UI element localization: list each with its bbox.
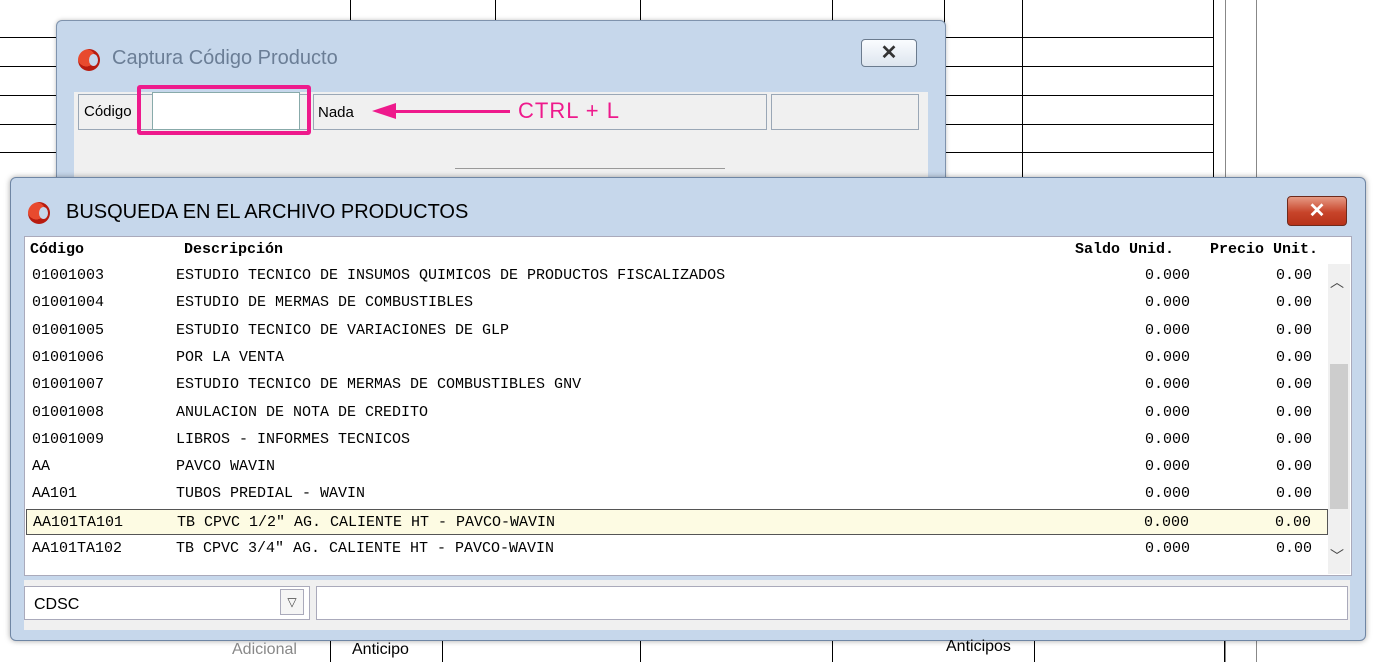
captura-title: Captura Código Producto xyxy=(112,47,338,69)
cell-desc: ESTUDIO DE MERMAS DE COMBUSTIBLES xyxy=(176,294,474,312)
close-icon: ✕ xyxy=(880,42,898,64)
cell-code: 01001006 xyxy=(32,348,105,366)
table-row[interactable]: 01001005 ESTUDIO TECNICO DE VARIACIONES D… xyxy=(26,318,1328,344)
cell-precio: 0.00 xyxy=(1275,294,1312,312)
table-row[interactable]: 01001006 POR LA VENTA 0.000 0.00 xyxy=(26,345,1328,371)
table-row[interactable]: AA PAVCO WAVIN 0.000 0.00 xyxy=(26,454,1328,480)
cell-precio: 0.00 xyxy=(1275,321,1312,339)
cell-saldo: 0.000 xyxy=(1144,430,1190,448)
cell-desc: PAVCO WAVIN xyxy=(176,458,276,476)
table-row[interactable]: AA101 TUBOS PREDIAL - WAVIN 0.000 0.00 xyxy=(26,481,1328,507)
cell-code: AA101TA102 xyxy=(32,540,123,557)
app-logo-icon xyxy=(28,202,50,224)
cell-code: 01001009 xyxy=(32,430,105,448)
col-header-descripcion[interactable]: Descripción xyxy=(184,241,283,258)
col-header-codigo[interactable]: Código xyxy=(30,241,84,258)
annotation-highlight-box xyxy=(137,85,311,135)
annotation-arrow-line xyxy=(390,110,510,113)
cell-saldo: 0.000 xyxy=(1144,294,1190,312)
cell-code: 01001003 xyxy=(32,267,105,284)
table-row[interactable]: 01001007 ESTUDIO TECNICO DE MERMAS DE COM… xyxy=(26,372,1328,398)
cell-saldo: 0.000 xyxy=(1144,485,1190,503)
cell-precio: 0.00 xyxy=(1275,348,1312,366)
tab-adicional[interactable]: Adicional xyxy=(232,641,297,659)
cell-precio: 0.00 xyxy=(1275,430,1312,448)
cell-saldo: 0.000 xyxy=(1144,321,1190,339)
busqueda-close-button[interactable]: ✕ xyxy=(1287,196,1347,226)
tab-anticipo[interactable]: Anticipo xyxy=(352,641,409,659)
cell-code: AA101 xyxy=(32,485,78,503)
cell-code: 01001007 xyxy=(32,376,105,394)
cell-desc: POR LA VENTA xyxy=(176,348,285,366)
cell-code: 01001005 xyxy=(32,321,105,339)
cell-code: AA101TA101 xyxy=(33,513,124,531)
table-row[interactable]: 01001008 ANULACION DE NOTA DE CREDITO 0.00… xyxy=(26,400,1328,426)
cell-precio: 0.00 xyxy=(1274,513,1311,531)
cell-desc: ESTUDIO TECNICO DE VARIACIONES DE GLP xyxy=(176,321,510,339)
cell-desc: TUBOS PREDIAL - WAVIN xyxy=(176,485,366,503)
cell-saldo: 0.000 xyxy=(1144,348,1190,366)
scrollbar-thumb[interactable] xyxy=(1330,364,1348,509)
col-header-precio[interactable]: Precio Unit. xyxy=(1210,241,1318,258)
cell-precio: 0.00 xyxy=(1275,403,1312,421)
cell-desc: ESTUDIO TECNICO DE MERMAS DE COMBUSTIBLE… xyxy=(176,376,582,394)
cell-precio: 0.00 xyxy=(1275,376,1312,394)
cell-precio: 0.00 xyxy=(1275,458,1312,476)
cell-precio: 0.00 xyxy=(1275,485,1312,503)
col-header-saldo[interactable]: Saldo Unid. xyxy=(1075,241,1174,258)
cell-saldo: 0.000 xyxy=(1144,267,1190,284)
cell-saldo: 0.000 xyxy=(1143,513,1189,531)
search-field-value: CDSC xyxy=(34,596,80,613)
cell-desc: TB CPVC 3/4" AG. CALIENTE HT - PAVCO-WAV… xyxy=(176,540,555,557)
table-row[interactable]: 01001009 LIBROS - INFORMES TECNICOS 0.000 0… xyxy=(26,427,1328,453)
nada-label: Nada xyxy=(318,104,354,121)
close-icon: ✕ xyxy=(1308,200,1326,222)
cell-code: 01001004 xyxy=(32,294,105,312)
captura-close-button[interactable]: ✕ xyxy=(861,39,917,67)
cell-desc: LIBROS - INFORMES TECNICOS xyxy=(176,430,411,448)
cell-saldo: 0.000 xyxy=(1144,458,1190,476)
extra-field xyxy=(771,94,919,130)
cell-saldo: 0.000 xyxy=(1144,376,1190,394)
chevron-down-icon[interactable]: ﹀ xyxy=(1330,546,1344,566)
annotation-shortcut-label: CTRL + L xyxy=(518,98,620,123)
table-row[interactable]: 01001003 ESTUDIO TECNICO DE INSUMOS QUIMI… xyxy=(26,263,1328,289)
table-row[interactable]: AA101TA101 TB CPVC 1/2" AG. CALIENTE HT -… xyxy=(26,508,1328,535)
cell-desc: ANULACION DE NOTA DE CREDITO xyxy=(176,403,429,421)
dropdown-chevron-icon[interactable]: ▽ xyxy=(280,589,304,615)
codigo-label: Código xyxy=(84,103,132,120)
cell-saldo: 0.000 xyxy=(1144,540,1190,557)
table-row[interactable]: 01001004 ESTUDIO DE MERMAS DE COMBUSTIBLE… xyxy=(26,290,1328,316)
cell-saldo: 0.000 xyxy=(1144,403,1190,421)
search-input[interactable] xyxy=(316,586,1348,620)
chevron-up-icon[interactable]: ︿ xyxy=(1330,272,1344,292)
tab-anticipos[interactable]: Anticipos xyxy=(946,638,1011,656)
cell-precio: 0.00 xyxy=(1275,267,1312,284)
cell-code: AA xyxy=(32,458,51,476)
cell-desc: TB CPVC 1/2" AG. CALIENTE HT - PAVCO-WAV… xyxy=(177,513,556,531)
busqueda-title: BUSQUEDA EN EL ARCHIVO PRODUCTOS xyxy=(66,201,469,223)
table-row[interactable]: AA101TA102 TB CPVC 3/4" AG. CALIENTE HT -… xyxy=(26,536,1328,562)
cell-code: 01001008 xyxy=(32,403,105,421)
app-logo-icon xyxy=(78,49,100,71)
cell-precio: 0.00 xyxy=(1275,540,1312,557)
cell-desc: ESTUDIO TECNICO DE INSUMOS QUIMICOS DE P… xyxy=(176,267,726,284)
